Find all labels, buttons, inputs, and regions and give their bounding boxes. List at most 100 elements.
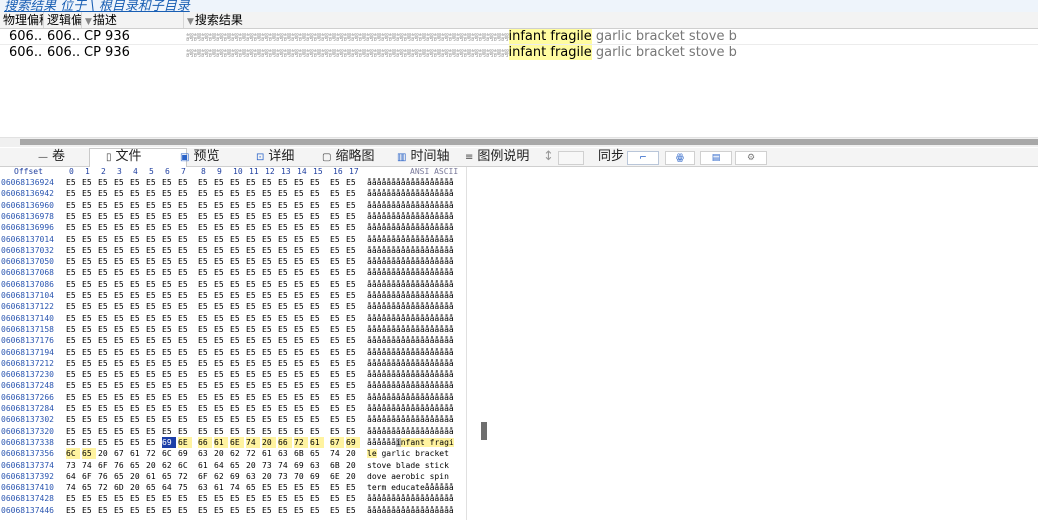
hex-byte[interactable]: E5 — [278, 392, 292, 403]
hex-byte[interactable]: E5 — [262, 335, 276, 346]
hex-byte[interactable]: 66 — [198, 436, 212, 448]
hex-byte[interactable]: E5 — [230, 256, 244, 267]
hex-byte[interactable]: E5 — [310, 222, 324, 233]
hex-byte[interactable]: E5 — [246, 222, 260, 233]
hex-byte[interactable]: 63 — [246, 471, 260, 482]
hex-byte[interactable]: 20 — [346, 471, 360, 482]
hex-byte[interactable]: E5 — [262, 324, 276, 335]
hex-byte[interactable]: E5 — [178, 188, 192, 199]
hex-byte[interactable]: E5 — [114, 335, 128, 346]
hex-byte[interactable]: E5 — [230, 369, 244, 380]
hex-byte[interactable]: E5 — [178, 380, 192, 391]
hex-byte[interactable]: E5 — [262, 482, 276, 493]
hex-byte[interactable]: 63 — [198, 482, 212, 493]
hex-byte[interactable]: E5 — [198, 505, 212, 516]
hex-byte[interactable]: 62 — [230, 448, 244, 459]
filter-icon[interactable]: ▼ — [85, 17, 92, 27]
hex-byte[interactable]: E5 — [198, 267, 212, 278]
hex-byte[interactable]: E5 — [346, 347, 360, 358]
hex-offset[interactable]: 06068137212 — [1, 358, 54, 369]
hex-byte[interactable]: E5 — [130, 245, 144, 256]
hex-row[interactable]: 06068136942 E5 E5 E5 E5 E5 E5 E5 E5 E5 E5 E5 E5 E5 E5 E… — [0, 188, 466, 199]
hex-row[interactable]: 06068137050 E5 E5 E5 E5 E5 E5 E5 E5 E5 E5 E5 E5 E5 E5 E… — [0, 256, 466, 267]
hex-byte[interactable]: E5 — [330, 414, 344, 425]
hex-row[interactable]: 06068137212 E5 E5 E5 E5 E5 E5 E5 E5 E5 E5 E5 E5 E5 E5 E… — [0, 358, 466, 369]
hex-byte[interactable]: E5 — [178, 369, 192, 380]
hex-byte[interactable]: E5 — [162, 188, 176, 199]
hex-byte[interactable]: E5 — [310, 267, 324, 278]
tab-preview[interactable]: ▣ 预览 — [180, 149, 219, 165]
hex-byte[interactable]: E5 — [230, 392, 244, 403]
hex-byte[interactable]: E5 — [294, 177, 308, 188]
hex-byte[interactable]: E5 — [162, 493, 176, 504]
hex-byte[interactable]: 65 — [146, 482, 160, 493]
hex-byte[interactable]: E5 — [294, 211, 308, 222]
hex-byte[interactable]: E5 — [294, 267, 308, 278]
hex-row[interactable]: 06068137158 E5 E5 E5 E5 E5 E5 E5 E5 E5 E5 E5 E5 E5 E5 E… — [0, 324, 466, 335]
hex-byte[interactable]: E5 — [130, 222, 144, 233]
hex-byte[interactable]: E5 — [198, 222, 212, 233]
tab-legend[interactable]: ≡ 图例说明 — [465, 149, 529, 165]
hex-byte[interactable]: E5 — [162, 290, 176, 301]
hex-byte[interactable]: 20 — [130, 482, 144, 493]
hex-byte[interactable]: E5 — [310, 211, 324, 222]
hex-row[interactable]: 06068137068 E5 E5 E5 E5 E5 E5 E5 E5 E5 E5 E5 E5 E5 E5 E… — [0, 267, 466, 278]
hex-byte[interactable]: 20 — [346, 460, 360, 471]
hex-byte[interactable]: E5 — [130, 358, 144, 369]
hex-byte[interactable]: 69 — [346, 436, 360, 448]
hex-byte[interactable]: 20 — [98, 448, 112, 459]
hex-byte[interactable]: E5 — [310, 426, 324, 437]
hex-byte[interactable]: E5 — [130, 211, 144, 222]
hex-byte[interactable]: E5 — [262, 414, 276, 425]
hex-byte[interactable]: E5 — [278, 380, 292, 391]
hex-byte[interactable]: E5 — [310, 245, 324, 256]
hex-byte[interactable]: E5 — [294, 426, 308, 437]
hex-byte[interactable]: E5 — [178, 358, 192, 369]
hex-offset[interactable]: 06068137140 — [1, 313, 54, 324]
hex-byte[interactable]: E5 — [346, 380, 360, 391]
hex-byte[interactable]: E5 — [330, 301, 344, 312]
hex-byte[interactable]: 65 — [162, 471, 176, 482]
hex-byte[interactable]: E5 — [178, 505, 192, 516]
hex-byte[interactable]: E5 — [346, 493, 360, 504]
tab-file[interactable]: ▯ 文件 — [89, 148, 187, 167]
hex-row[interactable]: 06068137266 E5 E5 E5 E5 E5 E5 E5 E5 E5 E5 E5 E5 E5 E5 E… — [0, 392, 466, 403]
hex-byte[interactable]: E5 — [330, 234, 344, 245]
results-hscrollbar[interactable] — [0, 137, 1038, 147]
hex-ascii[interactable]: åååååååååååååååååå — [367, 245, 454, 256]
hex-byte[interactable]: 65 — [246, 482, 260, 493]
hex-byte[interactable]: 74 — [246, 436, 260, 448]
hex-byte[interactable]: E5 — [330, 290, 344, 301]
hex-byte[interactable]: E5 — [66, 177, 80, 188]
hex-row[interactable]: 06068137302 E5 E5 E5 E5 E5 E5 E5 E5 E5 E5 E5 E5 E5 E5 E… — [0, 414, 466, 425]
hex-byte[interactable]: 74 — [230, 482, 244, 493]
hex-byte[interactable]: E5 — [310, 482, 324, 493]
hex-byte[interactable]: E5 — [114, 188, 128, 199]
hex-byte[interactable]: E5 — [278, 335, 292, 346]
hex-byte[interactable]: E5 — [114, 301, 128, 312]
hex-byte[interactable]: E5 — [278, 177, 292, 188]
hex-offset[interactable]: 06068137158 — [1, 324, 54, 335]
hex-byte[interactable]: E5 — [346, 505, 360, 516]
hex-byte[interactable]: E5 — [98, 222, 112, 233]
hex-byte[interactable]: E5 — [310, 313, 324, 324]
hex-ascii[interactable]: le garlic bracket — [367, 448, 449, 459]
hex-byte[interactable]: E5 — [278, 290, 292, 301]
hex-byte[interactable]: E5 — [146, 403, 160, 414]
hex-byte[interactable]: E5 — [82, 256, 96, 267]
hex-byte[interactable]: E5 — [66, 301, 80, 312]
hex-byte[interactable]: E5 — [262, 177, 276, 188]
hex-row[interactable]: 06068137446 E5 E5 E5 E5 E5 E5 E5 E5 E5 E5 E5 E5 E5 E5 E… — [0, 505, 466, 516]
hex-byte[interactable]: E5 — [214, 493, 228, 504]
hex-byte[interactable]: E5 — [198, 256, 212, 267]
hex-byte[interactable]: E5 — [262, 245, 276, 256]
col-physical-offset[interactable]: 物理偏移 — [0, 12, 44, 28]
hex-byte[interactable]: E5 — [98, 267, 112, 278]
hex-byte[interactable]: 74 — [278, 460, 292, 471]
hex-byte[interactable]: E5 — [310, 324, 324, 335]
hex-byte[interactable]: E5 — [98, 347, 112, 358]
hex-byte[interactable]: E5 — [130, 267, 144, 278]
hex-byte[interactable]: E5 — [146, 505, 160, 516]
hex-byte[interactable]: 6F — [98, 460, 112, 471]
binoculars-icon[interactable]: ꙮ — [665, 151, 695, 165]
